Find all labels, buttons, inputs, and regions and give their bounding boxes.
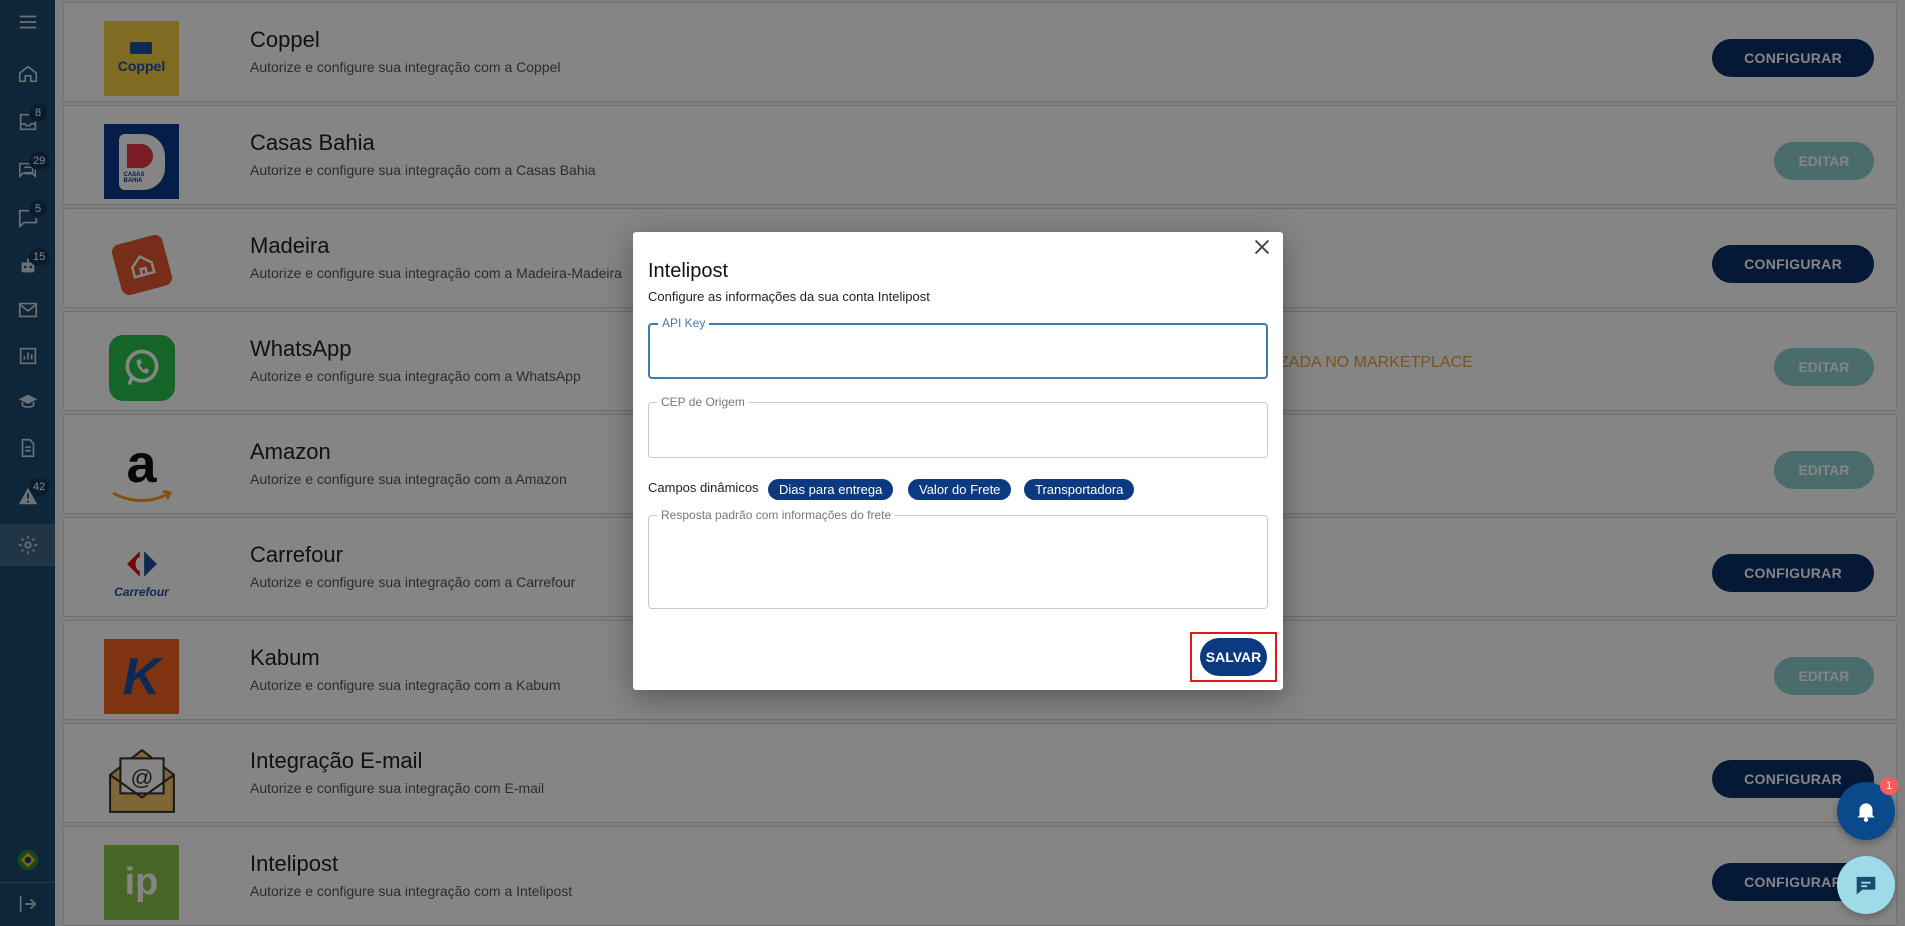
api-key-label: API Key xyxy=(658,316,710,330)
close-icon xyxy=(1254,239,1270,255)
cep-input[interactable] xyxy=(649,403,1267,457)
cep-label: CEP de Origem xyxy=(657,395,749,409)
intelipost-config-dialog: Intelipost Configure as informações da s… xyxy=(633,232,1283,690)
chip-dias-entrega[interactable]: Dias para entrega xyxy=(768,479,894,500)
chat-bubble-icon xyxy=(1856,876,1876,895)
dynamic-fields-label: Campos dinâmicos xyxy=(648,480,759,495)
response-textarea[interactable] xyxy=(649,516,1267,608)
chip-valor-frete[interactable]: Valor do Frete xyxy=(908,479,1012,500)
notifications-badge: 1 xyxy=(1880,777,1898,795)
dialog-subtitle: Configure as informações da sua conta In… xyxy=(648,289,930,304)
cep-field: CEP de Origem xyxy=(648,395,1268,458)
api-key-input[interactable] xyxy=(650,325,1266,377)
dialog-title: Intelipost xyxy=(648,260,729,282)
chip-transportadora[interactable]: Transportadora xyxy=(1024,479,1135,500)
api-key-field: API Key xyxy=(648,316,1268,379)
chat-widget-button[interactable] xyxy=(1837,856,1895,914)
save-button[interactable]: SALVAR xyxy=(1200,638,1267,676)
close-button[interactable] xyxy=(1251,236,1273,258)
bell-icon xyxy=(1857,803,1875,822)
response-label: Resposta padrão com informações do frete xyxy=(657,508,896,522)
response-field: Resposta padrão com informações do frete xyxy=(648,508,1268,609)
